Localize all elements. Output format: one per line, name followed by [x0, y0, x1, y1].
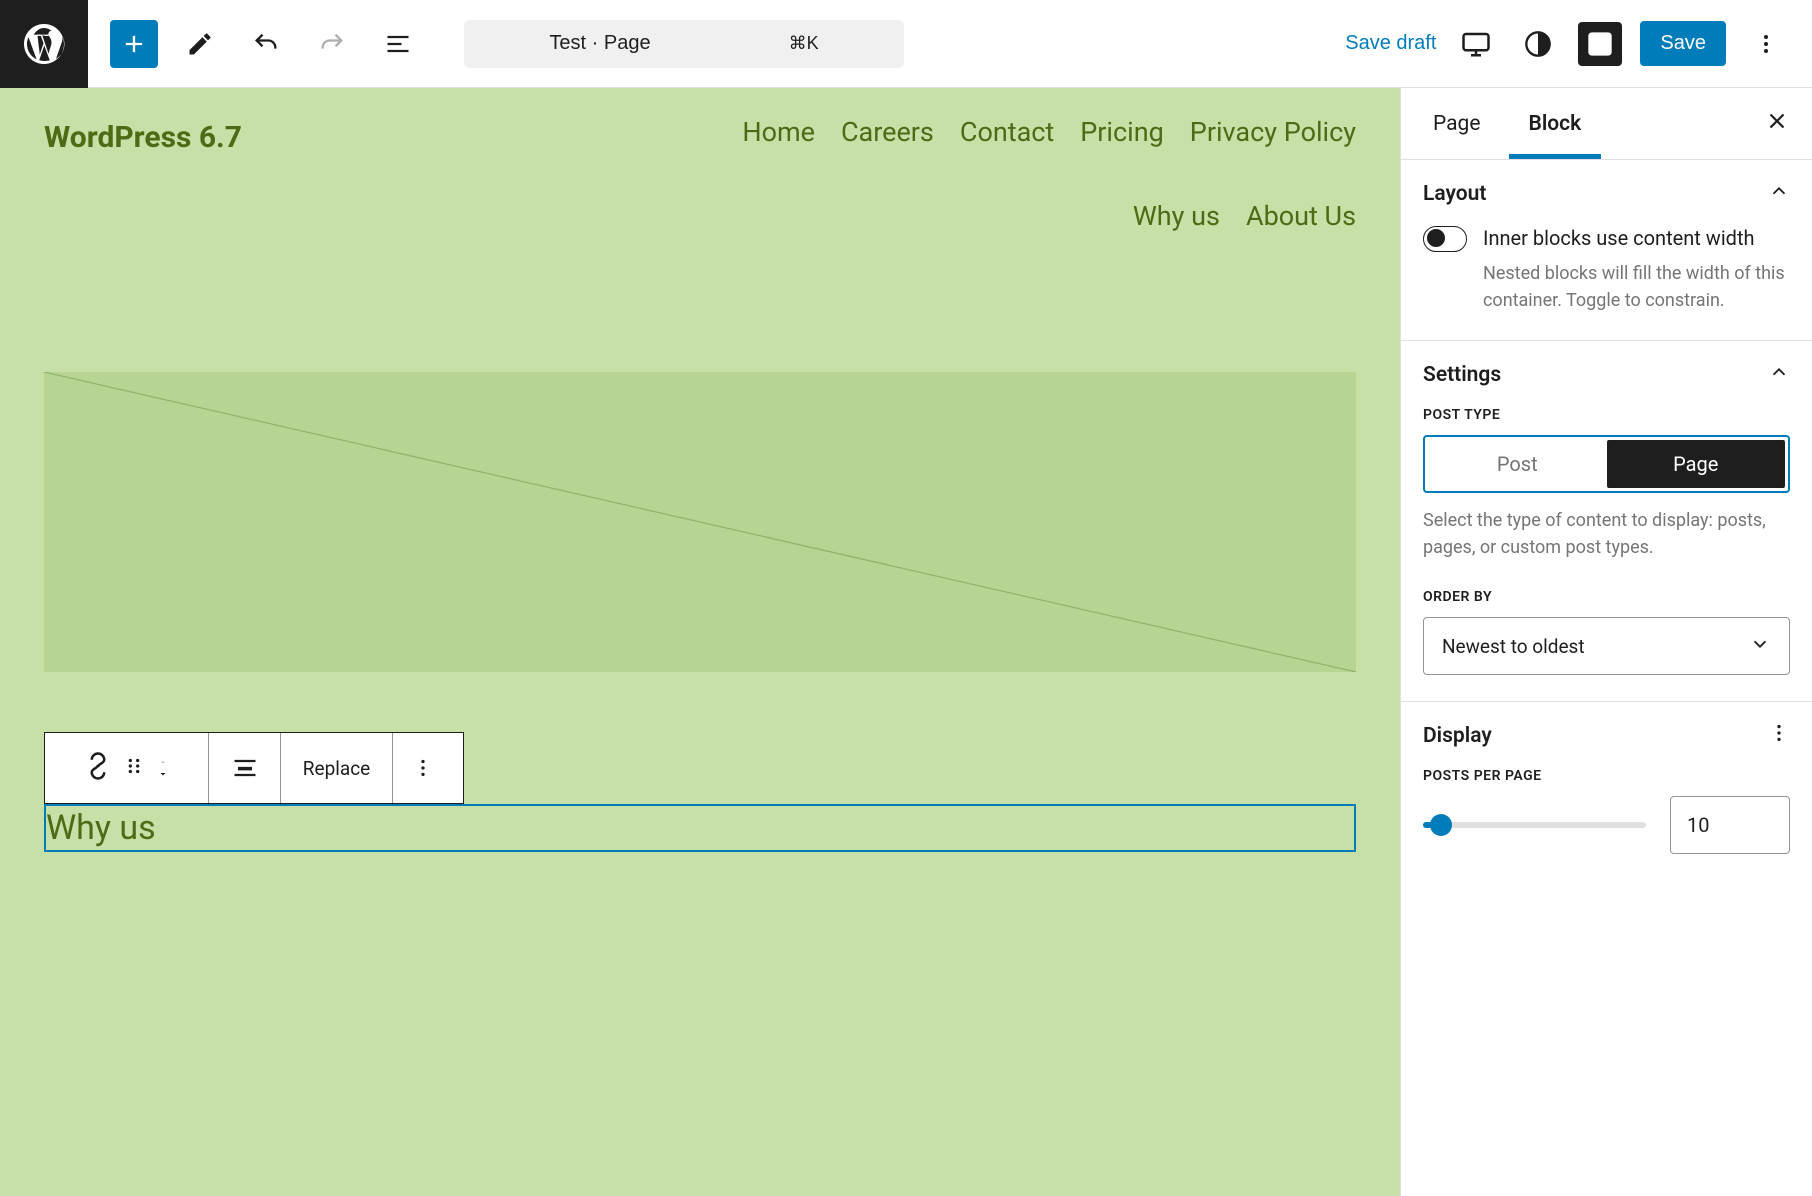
tab-page[interactable]: Page — [1423, 112, 1491, 136]
nav-item[interactable]: About Us — [1246, 200, 1356, 232]
post-type-option-post[interactable]: Post — [1428, 440, 1607, 488]
chevron-up-icon — [1768, 180, 1790, 208]
nav-item[interactable]: Careers — [841, 116, 934, 148]
settings-panel-title: Settings — [1423, 363, 1501, 387]
move-arrows[interactable] — [155, 756, 171, 780]
tab-block[interactable]: Block — [1519, 112, 1592, 136]
display-more-icon[interactable] — [1768, 722, 1790, 750]
post-type-description: Select the type of content to display: p… — [1423, 507, 1790, 561]
posts-per-page-input[interactable]: 10 — [1670, 796, 1790, 854]
block-toolbar: Replace — [44, 732, 464, 804]
wordpress-logo[interactable] — [0, 0, 88, 88]
layout-panel-title: Layout — [1423, 182, 1486, 206]
nav-item[interactable]: Why us — [1133, 200, 1220, 232]
post-type-option-page[interactable]: Page — [1607, 440, 1786, 488]
nav-item[interactable]: Contact — [960, 116, 1054, 148]
post-type-label: POST TYPE — [1423, 407, 1790, 423]
settings-panel-toggle[interactable] — [1578, 22, 1622, 66]
save-draft-button[interactable]: Save draft — [1345, 32, 1436, 55]
editor-canvas[interactable]: WordPress 6.7 Home Careers Contact Prici… — [0, 88, 1400, 1196]
insert-block-button[interactable] — [110, 20, 158, 68]
undo-button[interactable] — [242, 20, 290, 68]
display-panel-title: Display — [1423, 724, 1492, 748]
chevron-up-icon — [1768, 361, 1790, 389]
display-panel-header[interactable]: Display — [1423, 722, 1790, 750]
save-button[interactable]: Save — [1640, 21, 1726, 66]
nav-item[interactable]: Home — [742, 116, 815, 148]
posts-per-page-slider[interactable] — [1423, 822, 1646, 828]
nav-item[interactable]: Privacy Policy — [1190, 116, 1356, 148]
block-more-options[interactable] — [393, 733, 453, 803]
redo-button — [308, 20, 356, 68]
site-navigation: Home Careers Contact Pricing Privacy Pol… — [716, 116, 1356, 232]
layout-panel-header[interactable]: Layout — [1423, 180, 1790, 208]
featured-image-placeholder[interactable] — [44, 372, 1356, 672]
view-desktop-button[interactable] — [1454, 22, 1498, 66]
selected-block[interactable]: Why us — [44, 804, 1356, 852]
query-loop-icon[interactable] — [83, 751, 113, 786]
order-by-select[interactable]: Newest to oldest — [1423, 617, 1790, 675]
toggle-description: Nested blocks will fill the width of thi… — [1483, 260, 1790, 314]
chevron-down-icon — [1749, 633, 1771, 660]
top-toolbar: Test · Page ⌘K Save draft Save — [0, 0, 1812, 88]
document-overview-button[interactable] — [374, 20, 422, 68]
posts-per-page-label: POSTS PER PAGE — [1423, 768, 1790, 784]
content-width-toggle[interactable] — [1423, 226, 1467, 252]
edit-tools-button[interactable] — [176, 20, 224, 68]
settings-sidebar: Page Block Layout Inner blocks use conte… — [1400, 88, 1812, 1196]
styles-button[interactable] — [1516, 22, 1560, 66]
drag-handle-icon[interactable] — [123, 755, 145, 782]
slider-thumb[interactable] — [1430, 814, 1452, 836]
nav-item[interactable]: Pricing — [1080, 116, 1164, 148]
order-by-value: Newest to oldest — [1442, 635, 1585, 658]
align-button[interactable] — [209, 733, 281, 803]
order-by-label: ORDER BY — [1423, 589, 1790, 605]
close-sidebar-button[interactable] — [1764, 108, 1790, 139]
document-title-button[interactable]: Test · Page ⌘K — [464, 20, 904, 68]
replace-button[interactable]: Replace — [281, 733, 393, 803]
shortcut-label: ⌘K — [789, 33, 819, 54]
toggle-label: Inner blocks use content width — [1483, 226, 1790, 250]
post-title[interactable]: Why us — [46, 808, 1354, 848]
settings-panel-header[interactable]: Settings — [1423, 361, 1790, 389]
more-options-button[interactable] — [1744, 22, 1788, 66]
site-title[interactable]: WordPress 6.7 — [44, 116, 242, 160]
document-title-label: Test · Page — [549, 32, 650, 55]
post-type-segmented: Post Page — [1423, 435, 1790, 493]
